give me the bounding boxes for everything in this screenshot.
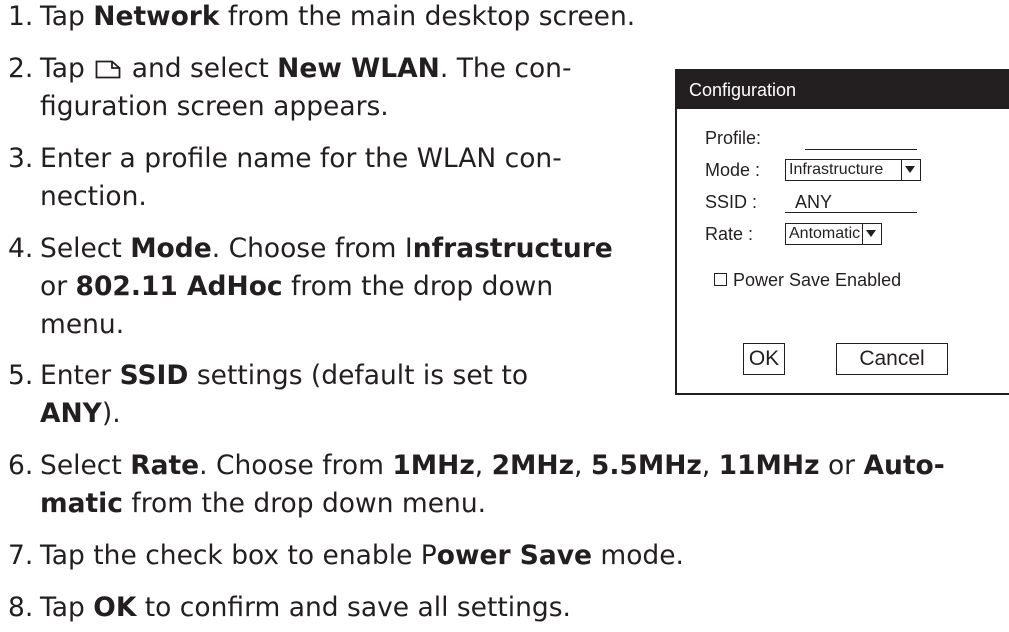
step-text: Tap Network from the main desktop screen… bbox=[40, 1, 636, 32]
mode-label: Mode : bbox=[705, 160, 761, 180]
step-number: 6. bbox=[8, 450, 34, 481]
step-text: nection. bbox=[40, 181, 147, 212]
step-4-continuation: menu. bbox=[8, 306, 124, 344]
step-text: menu. bbox=[40, 309, 125, 340]
step-5-continuation: ANY). bbox=[8, 395, 121, 433]
step-text: or 802.11 AdHoc from the drop down bbox=[40, 271, 554, 302]
rate-label: Rate : bbox=[705, 224, 754, 244]
step-text: Tap OK to confirm and save all settings. bbox=[40, 592, 571, 623]
mode-selected-value: Infrastructure bbox=[789, 161, 884, 178]
step-number: 1. bbox=[8, 1, 34, 32]
bold-term: Auto- bbox=[863, 450, 945, 481]
step-6-continuation: matic from the drop down menu. bbox=[8, 485, 486, 523]
step-8: 8. Tap OK to confirm and save all setting… bbox=[8, 589, 571, 627]
bold-term: ower Save bbox=[436, 540, 592, 571]
mode-select[interactable]: Infrastructure bbox=[785, 159, 921, 181]
ok-button[interactable]: OK bbox=[743, 343, 785, 375]
cancel-button[interactable]: Cancel bbox=[836, 343, 948, 375]
profile-label: Profile: bbox=[705, 128, 762, 148]
step-number: 3. bbox=[8, 143, 34, 174]
step-4-continuation: or 802.11 AdHoc from the drop down bbox=[8, 268, 553, 306]
rate-selected-value: Antomatic bbox=[789, 225, 861, 242]
rate-select[interactable]: Antomatic bbox=[785, 223, 882, 245]
step-1: 1. Tap Network from the main desktop scre… bbox=[8, 0, 635, 36]
ssid-label: SSID : bbox=[705, 192, 758, 212]
bold-term: 802.11 AdHoc bbox=[75, 271, 283, 302]
bold-term: New WLAN bbox=[277, 53, 440, 84]
step-text: Select Mode. Choose from Infrastructure bbox=[40, 233, 613, 264]
step-text: ANY). bbox=[40, 398, 121, 429]
configuration-dialog: Configuration Profile: Mode : Infrastruc… bbox=[675, 69, 1009, 395]
step-text: Enter a profile name for the WLAN con- bbox=[40, 143, 562, 174]
new-document-icon bbox=[95, 60, 121, 79]
bold-term: 2MHz bbox=[491, 450, 575, 481]
step-7: 7. Tap the check box to enable Power Save… bbox=[8, 537, 684, 575]
bold-term: matic bbox=[40, 488, 123, 519]
bold-term: OK bbox=[93, 592, 137, 623]
power-save-label: Power Save Enabled bbox=[733, 270, 902, 290]
bold-term: Network bbox=[93, 1, 220, 32]
bold-term: nfrastructure bbox=[412, 233, 613, 264]
bold-term: SSID bbox=[119, 360, 189, 391]
step-6: 6. Select Rate. Choose from 1MHz, 2MHz, 5… bbox=[8, 447, 945, 485]
step-4: 4. Select Mode. Choose from Infrastructur… bbox=[8, 230, 613, 268]
profile-input[interactable] bbox=[805, 127, 917, 150]
bold-term: 11MHz bbox=[718, 450, 820, 481]
chevron-down-icon[interactable] bbox=[901, 160, 920, 180]
step-text: Tap the check box to enable Power Save m… bbox=[40, 540, 684, 571]
step-text: figuration screen appears. bbox=[40, 91, 389, 122]
ssid-input[interactable]: ANY bbox=[785, 191, 917, 213]
step-2-continuation: figuration screen appears. bbox=[8, 88, 389, 126]
step-text: Tap and select New WLAN. The con- bbox=[40, 53, 572, 84]
bold-term: ANY bbox=[40, 398, 102, 429]
step-text: Select Rate. Choose from 1MHz, 2MHz, 5.5… bbox=[40, 450, 945, 481]
bold-term: Mode bbox=[130, 233, 212, 264]
step-number: 2. bbox=[8, 53, 34, 84]
step-number: 8. bbox=[8, 592, 34, 623]
dialog-title: Configuration bbox=[677, 71, 1009, 109]
bold-term: 5.5MHz bbox=[590, 450, 702, 481]
step-3: 3. Enter a profile name for the WLAN con- bbox=[8, 140, 562, 178]
step-text: matic from the drop down menu. bbox=[40, 488, 487, 519]
step-3-continuation: nection. bbox=[8, 178, 147, 216]
step-number: 5. bbox=[8, 360, 34, 391]
chevron-down-icon[interactable] bbox=[862, 224, 881, 244]
step-5: 5. Enter SSID settings (default is set to bbox=[8, 357, 528, 395]
bold-term: Rate bbox=[130, 450, 200, 481]
step-number: 7. bbox=[8, 540, 34, 571]
power-save-checkbox[interactable] bbox=[714, 273, 727, 286]
bold-term: 1MHz bbox=[392, 450, 475, 481]
step-2: 2. Tap and select New WLAN. The con- bbox=[8, 50, 572, 88]
step-number: 4. bbox=[8, 233, 34, 264]
step-text: Enter SSID settings (default is set to bbox=[40, 360, 529, 391]
